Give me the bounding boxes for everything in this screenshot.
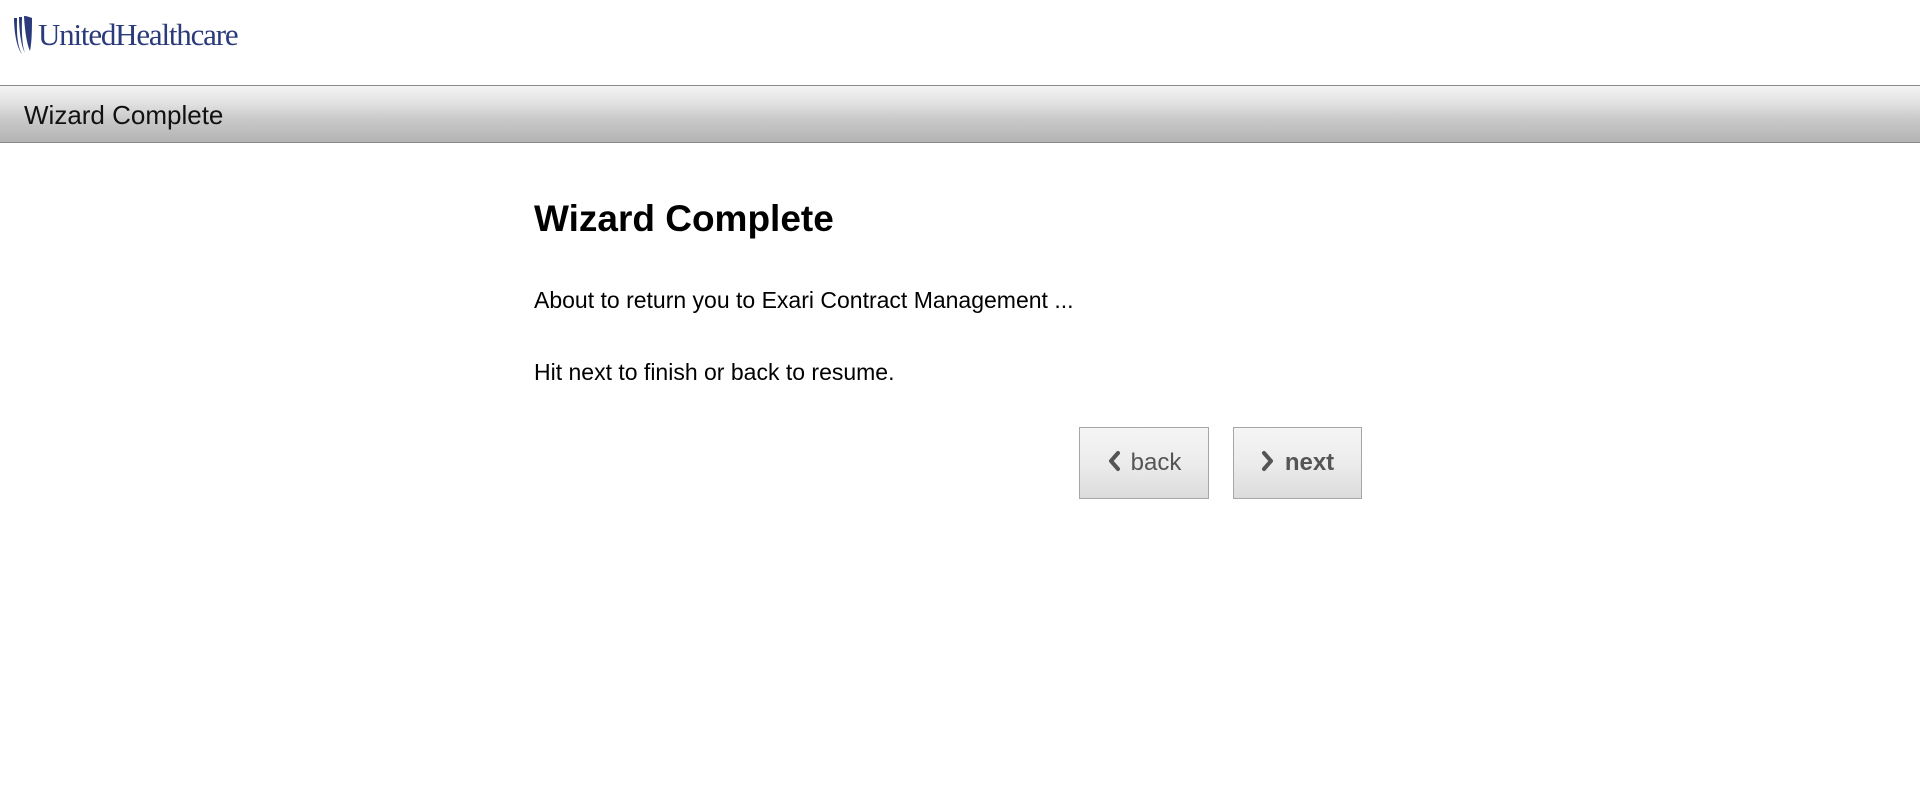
back-button-label: back	[1130, 449, 1182, 476]
return-message: About to return you to Exari Contract Ma…	[534, 287, 1074, 313]
next-button[interactable]: next	[1233, 427, 1362, 499]
back-button[interactable]: back	[1079, 427, 1209, 499]
logo-wordmark: UnitedHealthcare	[38, 17, 239, 52]
page-title-bar: Wizard Complete	[0, 85, 1920, 143]
page-title: Wizard Complete	[24, 100, 224, 130]
logo-shield-icon	[14, 16, 32, 54]
chevron-right-icon	[1261, 451, 1273, 471]
chevron-left-icon	[1108, 451, 1120, 471]
top-bar: UnitedHealthcare	[0, 0, 1920, 85]
wizard-content: Wizard Complete About to return you to E…	[534, 195, 1364, 385]
unitedhealthcare-logo[interactable]: UnitedHealthcare	[12, 14, 239, 56]
instruction-text: Hit next to finish or back to resume.	[534, 359, 895, 385]
next-button-label: next	[1284, 449, 1335, 476]
wizard-heading: Wizard Complete	[534, 198, 834, 239]
